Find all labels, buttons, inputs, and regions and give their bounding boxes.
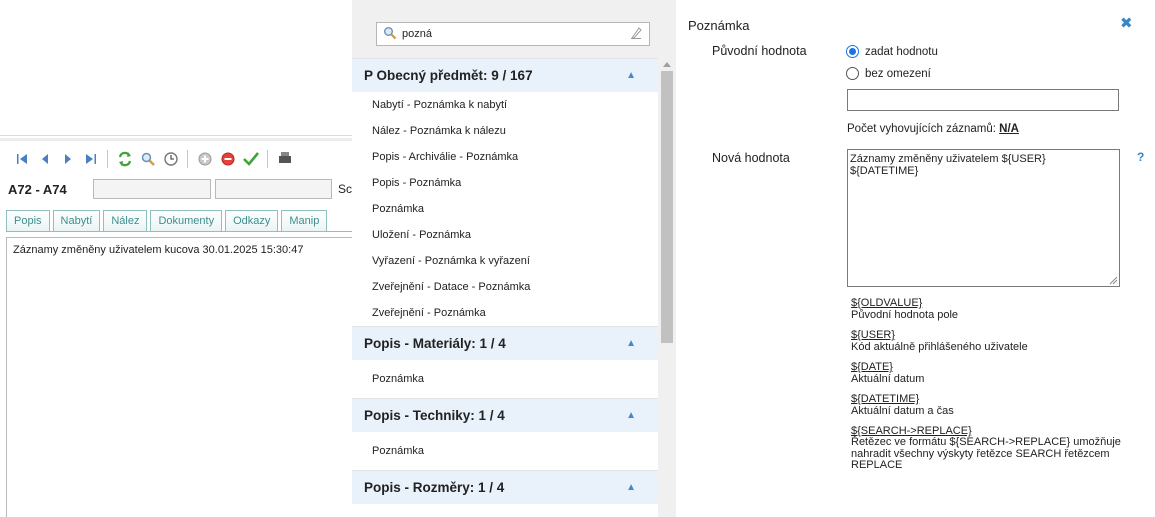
list-item[interactable]: Poznámka <box>352 196 658 222</box>
tab-nalez[interactable]: Nález <box>103 210 148 231</box>
list-item[interactable]: Nález - Poznámka k nálezu <box>352 118 658 144</box>
list-item[interactable]: Vyřazení - Poznámka k vyřazení <box>352 248 658 274</box>
variable-key[interactable]: ${OLDVALUE} <box>851 297 1141 309</box>
field-search-input[interactable] <box>397 27 629 41</box>
radio-unbounded[interactable]: bez omezení <box>846 67 931 80</box>
add-icon[interactable] <box>193 148 216 170</box>
check-icon[interactable] <box>239 148 262 170</box>
radio-set-value[interactable]: zadat hodnotu <box>846 45 938 58</box>
field-list: P Obecný předmět: 9 / 167 ▲ Nabytí - Poz… <box>352 58 658 517</box>
radio-label: bez omezení <box>865 67 931 80</box>
field-picker-panel: P Obecný předmět: 9 / 167 ▲ Nabytí - Poz… <box>352 0 676 517</box>
record-toolbar <box>10 148 296 170</box>
list-item[interactable]: Uložení - Poznámka <box>352 222 658 248</box>
scroll-up-arrow[interactable] <box>663 62 671 67</box>
matching-count-value[interactable]: N/A <box>999 123 1019 135</box>
variable-desc: Kód aktuálně přihlášeného uživatele <box>851 341 1028 353</box>
new-value-textarea[interactable]: Záznamy změněny uživatelem ${USER} ${DAT… <box>847 149 1120 287</box>
record-field-2[interactable] <box>215 179 332 199</box>
group-title: P Obecný předmět: 9 / 167 <box>364 68 533 83</box>
record-grid-area <box>0 0 352 136</box>
record-tabs: Popis Nabytí Nález Dokumenty Odkazy Mani… <box>6 210 328 232</box>
bulk-edit-panel: Poznámka ✖ Původní hodnota zadat hodnotu… <box>676 0 1155 517</box>
prev-icon[interactable] <box>33 148 56 170</box>
clock-icon[interactable] <box>159 148 182 170</box>
list-item[interactable]: Popis - Archiválie - Poznámka <box>352 144 658 170</box>
old-value-input[interactable] <box>847 89 1119 111</box>
record-range-label: A72 - A74 <box>8 181 67 197</box>
variable-desc: Řetězec ve formátu ${SEARCH->REPLACE} um… <box>851 436 1121 471</box>
list-item[interactable]: Nabytí - Poznámka k nabytí <box>352 92 658 118</box>
radio-button[interactable] <box>846 67 859 80</box>
tab-odkazy[interactable]: Odkazy <box>225 210 279 231</box>
record-field-1[interactable] <box>92 179 212 199</box>
field-search-box[interactable] <box>376 22 650 46</box>
record-panel: A72 - A74 Sc Popis Nabytí Nález Dokument… <box>0 0 352 517</box>
chevron-up-icon[interactable]: ▲ <box>626 338 636 349</box>
splitter[interactable] <box>0 138 352 141</box>
new-value-label: Nová hodnota <box>712 151 790 165</box>
variable-key[interactable]: ${DATE} <box>851 361 1141 373</box>
tab-dokumenty[interactable]: Dokumenty <box>150 210 223 231</box>
scroll-thumb[interactable] <box>661 71 673 343</box>
tab-underline <box>6 231 352 232</box>
search-icon <box>383 26 397 43</box>
toolbar-divider <box>267 150 268 168</box>
variable-key[interactable]: ${DATETIME} <box>851 393 1141 405</box>
toolbar-divider <box>107 150 108 168</box>
record-range-row: A72 - A74 Sc <box>6 178 352 200</box>
radio-label: zadat hodnotu <box>865 45 938 58</box>
variable-desc: Aktuální datum a čas <box>851 405 954 417</box>
matching-count: Počet vyhovujících záznamů: N/A <box>847 123 1019 135</box>
radio-button-checked[interactable] <box>846 45 859 58</box>
search-icon[interactable] <box>136 148 159 170</box>
variable-desc: Aktuální datum <box>851 373 925 385</box>
list-scrollbar[interactable] <box>658 58 676 517</box>
list-item[interactable]: Zveřejnění - Poznámka <box>352 300 658 326</box>
toolbar-divider <box>187 150 188 168</box>
close-icon[interactable]: ✖ <box>1120 14 1133 32</box>
variable-help-list: ${OLDVALUE} Původní hodnota pole ${USER}… <box>851 295 1141 480</box>
old-value-label: Původní hodnota <box>712 44 807 58</box>
list-item[interactable]: Zveřejnění - Datace - Poznámka <box>352 274 658 300</box>
resize-grip-icon[interactable] <box>1109 276 1118 285</box>
variable-key[interactable]: ${USER} <box>851 329 1141 341</box>
next-icon[interactable] <box>56 148 79 170</box>
list-item[interactable]: Poznámka <box>352 360 658 398</box>
record-tail-label: Sc <box>337 182 352 196</box>
chevron-up-icon[interactable]: ▲ <box>626 410 636 421</box>
tab-nabyti[interactable]: Nabytí <box>52 210 101 231</box>
group-header-obecny-predmet[interactable]: P Obecný předmět: 9 / 167 ▲ <box>352 58 658 92</box>
variable-desc: Původní hodnota pole <box>851 309 959 321</box>
delete-icon[interactable] <box>216 148 239 170</box>
list-item[interactable]: Poznámka <box>352 432 658 470</box>
matching-count-label: Počet vyhovujících záznamů: <box>847 123 996 135</box>
chevron-up-icon[interactable]: ▲ <box>626 70 636 81</box>
list-item[interactable]: Popis - Poznámka <box>352 170 658 196</box>
group-header-techniky[interactable]: Popis - Techniky: 1 / 4 ▲ <box>352 398 658 432</box>
help-icon[interactable]: ? <box>1137 150 1144 164</box>
group-header-rozmery[interactable]: Popis - Rozměry: 1 / 4 ▲ <box>352 470 658 504</box>
clear-search-icon[interactable] <box>629 26 643 43</box>
tab-popis[interactable]: Popis <box>6 210 50 231</box>
chevron-up-icon[interactable]: ▲ <box>626 482 636 493</box>
panel-title: Poznámka <box>688 18 750 33</box>
print-icon[interactable] <box>273 148 296 170</box>
last-icon[interactable] <box>79 148 102 170</box>
refresh-icon[interactable] <box>113 148 136 170</box>
note-memo[interactable]: Záznamy změněny uživatelem kucova 30.01.… <box>6 237 352 517</box>
first-icon[interactable] <box>10 148 33 170</box>
group-title: Popis - Rozměry: 1 / 4 <box>364 480 505 495</box>
tab-manipulace[interactable]: Manip <box>281 210 328 231</box>
group-header-materialy[interactable]: Popis - Materiály: 1 / 4 ▲ <box>352 326 658 360</box>
group-title: Popis - Techniky: 1 / 4 <box>364 408 505 423</box>
group-title: Popis - Materiály: 1 / 4 <box>364 336 506 351</box>
